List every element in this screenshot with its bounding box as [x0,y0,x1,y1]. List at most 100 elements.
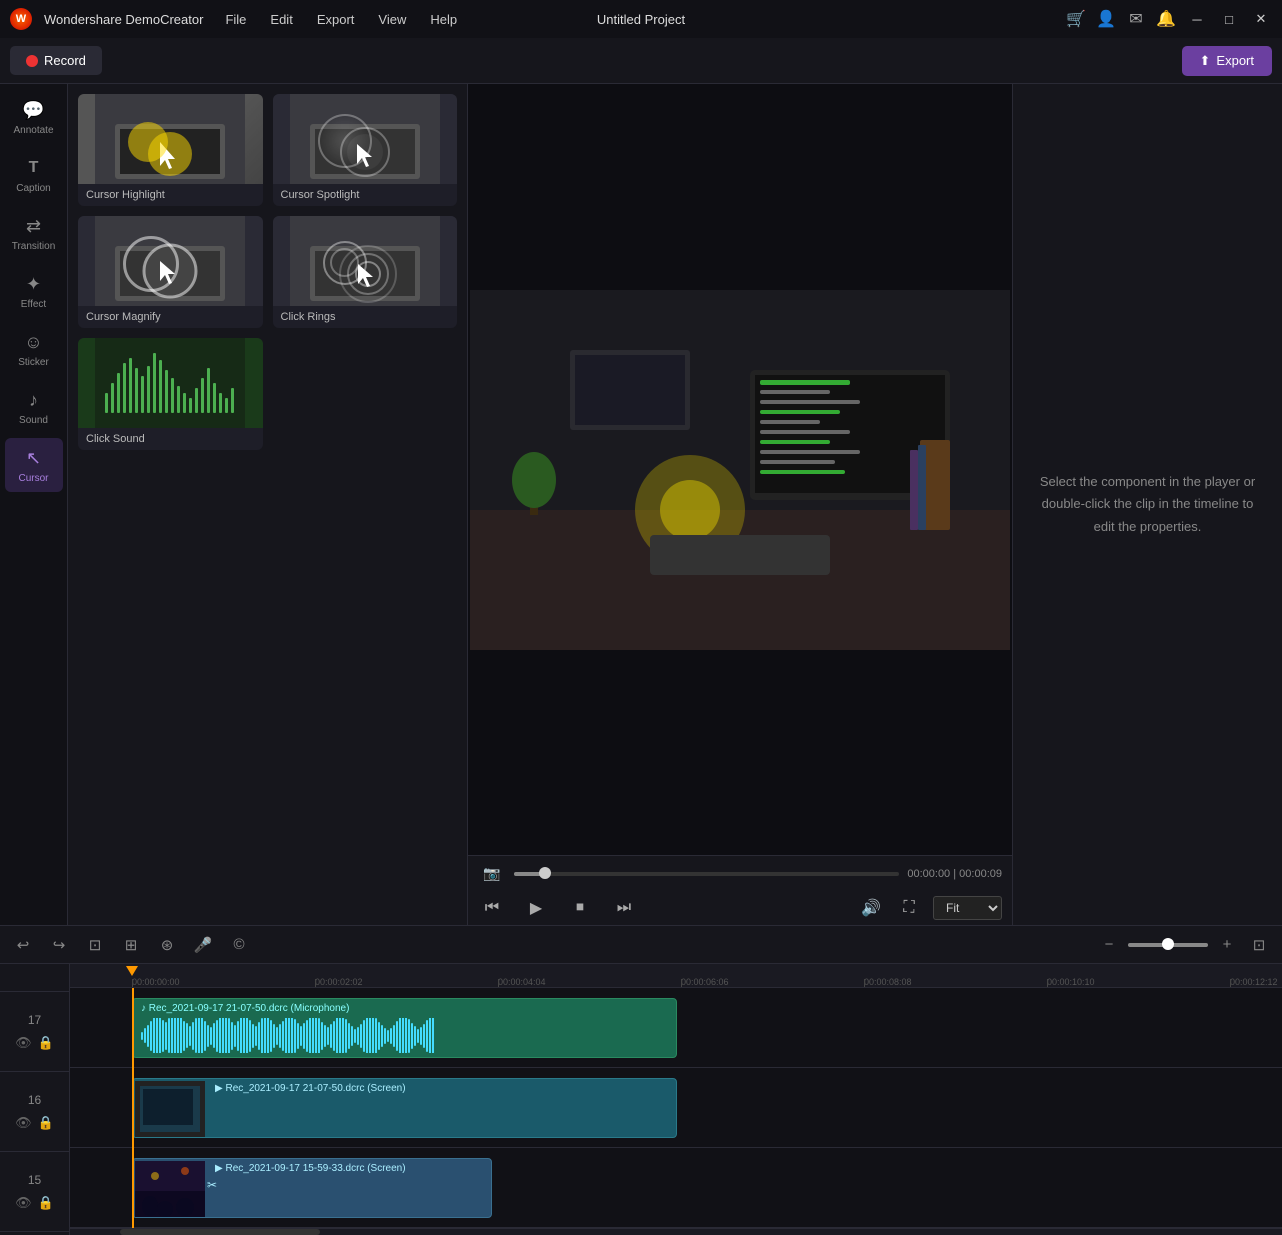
shield-button[interactable]: ⊛ [154,932,180,958]
properties-hint: Select the component in the player or do… [1033,471,1262,537]
menu-view[interactable]: View [368,8,416,31]
fit-timeline-button[interactable]: ⊡ [1246,932,1272,958]
export-icon: ⬆ [1200,53,1211,69]
crop-button[interactable]: ⊡ [82,932,108,958]
eye-icon-17[interactable]: 👁 [15,1035,32,1051]
video-clip-label-16: ▶ Rec_2021-09-17 21-07-50.dcrc (Screen) [207,1079,676,1098]
sidebar-item-cursor[interactable]: ↖ Cursor [5,438,63,492]
sidebar-label-transition: Transition [12,241,56,252]
app-name: Wondershare DemoCreator [44,12,203,27]
sidebar-item-sticker[interactable]: ☺ Sticker [5,322,63,376]
zoom-in-button[interactable]: + [1214,932,1240,958]
spotlight-svg [290,94,440,184]
record-indicator [26,55,38,67]
sidebar: 💬 Annotate T Caption ⇄ Transition ✦ Effe… [0,84,68,925]
fit-select[interactable]: Fit 25% 50% 75% 100% [933,896,1002,920]
tracks-area[interactable]: ♪ Rec_2021-09-17 21-07-50.dcrc (Micropho… [70,988,1282,1228]
maximize-button[interactable]: □ [1218,8,1240,30]
track-icons-15: 👁 🔒 [15,1195,54,1211]
progress-track[interactable] [514,872,899,876]
menu-file[interactable]: File [215,8,256,31]
cart-icon[interactable]: 🛒 [1066,9,1086,29]
eye-icon-16[interactable]: 👁 [15,1115,32,1131]
lock-icon-17[interactable]: 🔒 [38,1035,54,1051]
sidebar-item-sound[interactable]: ♪ Sound [5,380,63,434]
video-clip-16[interactable]: ▶ Rec_2021-09-17 21-07-50.dcrc (Screen) [132,1078,677,1138]
cursor-sound-label: Click Sound [78,428,263,450]
cursor-thumb-sound [78,338,263,428]
snapshot-button[interactable]: 📷 [478,860,506,888]
lock-icon-15[interactable]: 🔒 [38,1195,54,1211]
sidebar-label-annotate: Annotate [13,125,53,136]
sidebar-label-cursor: Cursor [18,473,48,484]
split-button[interactable]: ⊞ [118,932,144,958]
record-label: Record [44,53,86,68]
progress-thumb[interactable] [539,867,551,879]
bell-icon[interactable]: 🔔 [1156,9,1176,29]
zoom-out-button[interactable]: − [1096,932,1122,958]
cursor-card-magnify[interactable]: Cursor Magnify [78,216,263,328]
ruler-spacer [0,964,69,992]
eye-icon-15[interactable]: 👁 [15,1195,32,1211]
sticker-icon: ☺ [22,330,46,354]
ruler-mark-3: 00:00:06:06 [681,977,729,987]
lock-icon-16[interactable]: 🔒 [38,1115,54,1131]
track-number-17: 17 [28,1013,41,1027]
titlebar-left: W Wondershare DemoCreator File Edit Expo… [10,8,467,31]
cursor-thumb-magnify [78,216,263,306]
record-button[interactable]: Record [10,46,102,75]
ruler: 00:00:00:00 00:00:02:02 00:00:04:04 00:0… [70,964,1282,988]
sidebar-item-effect[interactable]: ✦ Effect [5,264,63,318]
cursor-spotlight-label: Cursor Spotlight [273,184,458,206]
scrollbar-thumb[interactable] [120,1229,320,1235]
mail-icon[interactable]: ✉ [1126,9,1146,29]
skip-back-button[interactable]: ⏮ [478,894,506,922]
annotate-icon: 💬 [22,98,46,122]
mic-button[interactable]: 🎤 [190,932,216,958]
horizontal-scrollbar[interactable] [70,1228,1282,1235]
minimize-button[interactable]: ─ [1186,8,1208,30]
cursor-card-sound[interactable]: Click Sound [78,338,263,450]
track-number-16: 16 [28,1093,41,1107]
menu-help[interactable]: Help [420,8,467,31]
properties-panel: Select the component in the player or do… [1012,84,1282,925]
play-button[interactable]: ▶ [522,894,550,922]
sidebar-item-caption[interactable]: T Caption [5,148,63,202]
sidebar-item-transition[interactable]: ⇄ Transition [5,206,63,260]
thumb-svg-15 [135,1161,205,1217]
cursor-card-spotlight[interactable]: Cursor Spotlight [273,94,458,206]
audio-clip-17[interactable]: ♪ Rec_2021-09-17 21-07-50.dcrc (Micropho… [132,998,677,1058]
undo-button[interactable]: ↩ [10,932,36,958]
playback-controls: ⏮ ▶ ⏹ ⏭ [478,894,638,922]
ruler-mark-4: 00:00:08:08 [864,977,912,987]
volume-button[interactable]: 🔊 [857,894,885,922]
user-icon[interactable]: 👤 [1096,9,1116,29]
skip-forward-button[interactable]: ⏭ [610,894,638,922]
menu-export[interactable]: Export [307,8,365,31]
ruler-mark-2: 00:00:04:04 [498,977,546,987]
sidebar-label-caption: Caption [16,183,50,194]
video-thumb-15 [135,1161,205,1217]
sound-icon: ♪ [22,388,46,412]
ruler-line-0 [132,979,133,987]
stop-button[interactable]: ⏹ [566,894,594,922]
redo-button[interactable]: ↪ [46,932,72,958]
timeline-content[interactable]: 00:00:00:00 00:00:02:02 00:00:04:04 00:0… [70,964,1282,1235]
track-row-15: ▶ Rec_2021-09-17 15-59-33.dcrc (Screen) … [70,1148,1282,1228]
close-button[interactable]: ✕ [1250,8,1272,30]
export-button[interactable]: ⬆ Export [1182,46,1272,76]
cursor-card-rings[interactable]: Click Rings [273,216,458,328]
menu-edit[interactable]: Edit [260,8,302,31]
highlight-svg [95,94,245,184]
ruler-mark-5: 00:00:10:10 [1047,977,1095,987]
zoom-slider[interactable] [1128,943,1208,947]
sidebar-item-annotate[interactable]: 💬 Annotate [5,90,63,144]
track-row-16: ▶ Rec_2021-09-17 21-07-50.dcrc (Screen) [70,1068,1282,1148]
video-clip-15[interactable]: ▶ Rec_2021-09-17 15-59-33.dcrc (Screen) … [132,1158,492,1218]
copyright-button[interactable]: © [226,932,252,958]
timeline-body: 17 👁 🔒 16 👁 🔒 15 👁 🔒 [0,964,1282,1235]
preview-area: 📷 00:00:00 | 00:00:09 ⏮ ▶ ⏹ ⏭ [468,84,1012,925]
ruler-mark-6: 00:00:12:12 [1230,977,1278,987]
cursor-card-highlight[interactable]: Cursor Highlight [78,94,263,206]
fullscreen-button[interactable]: ⛶ [895,894,923,922]
